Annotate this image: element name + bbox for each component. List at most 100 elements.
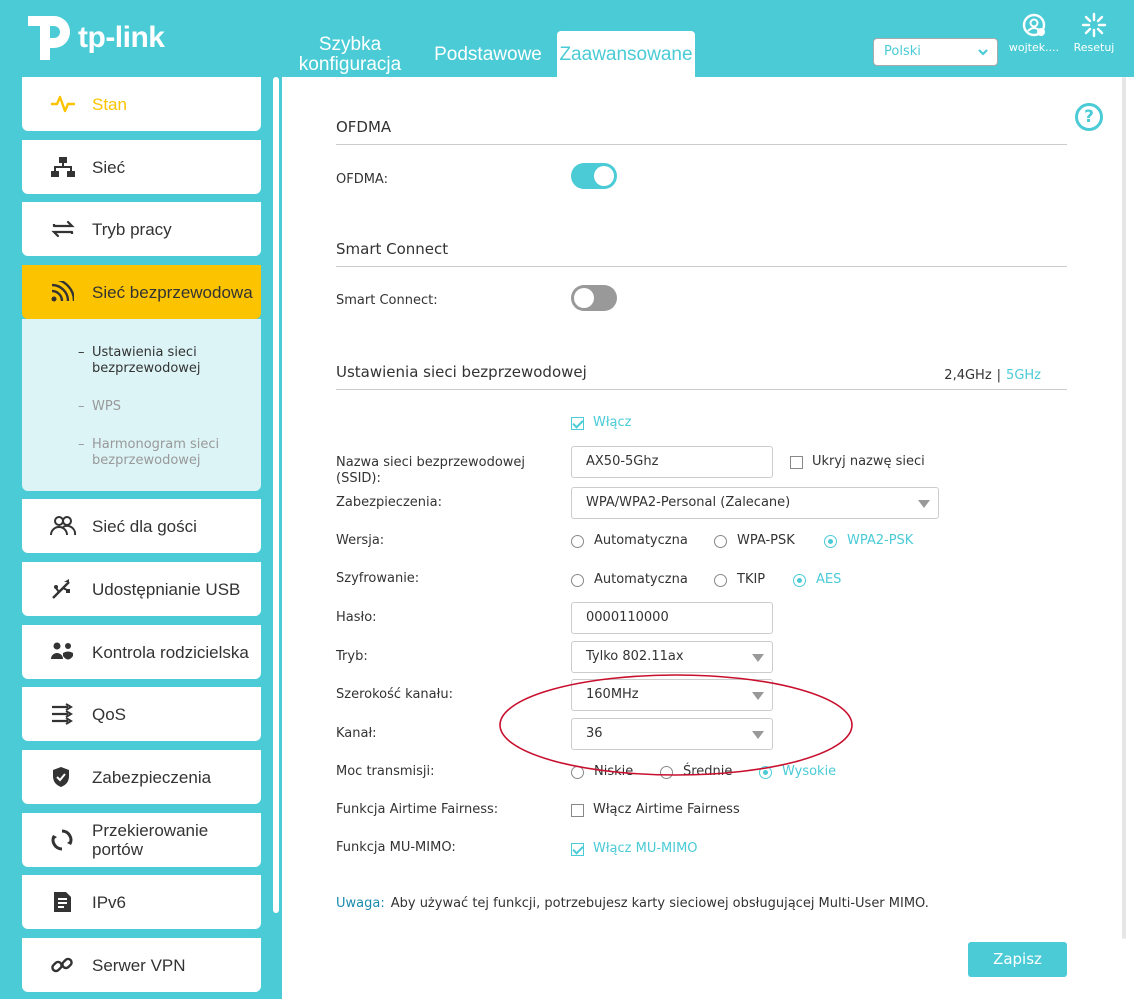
sidebar-item-mode[interactable]: Tryb pracy (22, 202, 261, 256)
mumimo-note: Uwaga: Aby używać tej funkcji, potrzebuje… (336, 896, 929, 911)
tx-power-radio-medium[interactable]: Średnie (660, 764, 732, 780)
sidebar-scrollbar[interactable] (273, 77, 279, 913)
sidebar-item-parental-control[interactable]: Kontrola rodzicielska (22, 625, 261, 679)
sidebar-item-qos[interactable]: QoS (22, 687, 261, 741)
submenu-dash: – (78, 399, 85, 414)
help-icon[interactable]: ? (1075, 103, 1103, 131)
mumimo-checkbox[interactable]: Włącz MU-MIMO (571, 841, 698, 857)
sidebar-item-label: Tryb pracy (92, 219, 172, 239)
user-menu[interactable]: wojtek.... (1008, 12, 1060, 54)
tp-link-logo: tp-link (20, 10, 165, 66)
sidebar-item-label-line1: Przekierowanie (92, 821, 209, 840)
ipv6-icon (50, 890, 92, 914)
sidebar-item-usb[interactable]: Udostępnianie USB (22, 562, 261, 616)
airtime-fairness-checkbox[interactable]: Włącz Airtime Fairness (571, 802, 740, 818)
sidebar-item-network[interactable]: Sieć (22, 140, 261, 194)
wireless-submenu: – Ustawienia sieci bezprzewodowej – WPS … (22, 319, 261, 491)
channel-width-dropdown[interactable]: 160MHz (571, 679, 773, 711)
version-radio-auto[interactable]: Automatyczna (571, 533, 688, 549)
tx-power-radio-low[interactable]: Niskie (571, 764, 633, 780)
smart-connect-toggle[interactable] (571, 285, 617, 311)
radio-dot (571, 765, 584, 779)
mode-label: Tryb: (336, 649, 368, 664)
radio-dot (759, 765, 772, 779)
dropdown-arrow-icon (752, 692, 764, 700)
security-value: WPA/WPA2-Personal (Zalecane) (586, 495, 791, 510)
mode-dropdown[interactable]: Tylko 802.11ax (571, 641, 773, 673)
radio-dot (714, 534, 727, 548)
tab-quick-setup[interactable]: Szybka konfiguracja (290, 35, 410, 75)
main-scrollbar[interactable] (1122, 77, 1126, 939)
tab-basic[interactable]: Podstawowe (430, 45, 546, 65)
submenu-wps[interactable]: – WPS (78, 399, 121, 415)
brand-name: tp-link (78, 21, 165, 54)
sidebar-item-label: Serwer VPN (92, 955, 186, 975)
reset-button[interactable]: Resetuj (1070, 12, 1118, 54)
radio-label: Automatyczna (594, 533, 688, 548)
sidebar-item-label: Sieć (92, 157, 126, 177)
sidebar-item-port-forwarding[interactable]: Przekierowanie portów (22, 813, 261, 867)
band-switch: 2,4GHz | 5GHz (944, 368, 1041, 383)
pulse-icon (50, 94, 92, 114)
sidebar-item-security[interactable]: Zabezpieczenia (22, 750, 261, 804)
version-radio-wpa-psk[interactable]: WPA-PSK (714, 533, 795, 549)
radio-label: Automatyczna (594, 572, 688, 587)
enable-wireless-checkbox[interactable]: Włącz (571, 415, 632, 431)
note-key: Uwaga: (336, 896, 385, 911)
submenu-dash: – (78, 437, 85, 452)
submenu-label-line2: bezprzewodowej (92, 361, 201, 376)
sidebar-item-label: Sieć dla gości (92, 516, 197, 536)
radio-label: Średnie (683, 764, 733, 779)
radio-label: AES (816, 572, 842, 587)
qos-icon (50, 703, 92, 725)
password-input[interactable]: 0000110000 (571, 602, 773, 634)
radio-dot (714, 573, 727, 587)
sidebar-item-guest-network[interactable]: Sieć dla gości (22, 499, 261, 553)
radio-label: Wysokie (782, 764, 837, 779)
security-label: Zabezpieczenia: (336, 495, 442, 510)
encryption-radio-tkip[interactable]: TKIP (714, 572, 765, 588)
ssid-label-line2: (SSID): (336, 471, 381, 486)
submenu-wireless-settings[interactable]: – Ustawienia sieci bezprzewodowej (78, 345, 201, 377)
sidebar-item-vpn-server[interactable]: Serwer VPN (22, 938, 261, 992)
save-button[interactable]: Zapisz (968, 942, 1067, 977)
security-dropdown[interactable]: WPA/WPA2-Personal (Zalecane) (571, 487, 939, 519)
version-radio-wpa2-psk[interactable]: WPA2-PSK (824, 533, 913, 549)
sidebar-item-wireless[interactable]: Sieć bezprzewodowa (22, 265, 261, 319)
password-label: Hasło: (336, 610, 377, 625)
radio-dot (571, 573, 584, 587)
sidebar-item-stan[interactable]: Stan (22, 77, 261, 131)
sidebar-item-ipv6[interactable]: IPv6 (22, 875, 261, 929)
ssid-input[interactable]: AX50-5Ghz (571, 446, 773, 478)
vpn-icon (50, 953, 92, 977)
band-5ghz-link[interactable]: 5GHz (1006, 368, 1041, 383)
usb-icon (50, 578, 92, 600)
band-24ghz-link[interactable]: 2,4GHz (944, 368, 991, 383)
sidebar-item-label: Zabezpieczenia (92, 767, 212, 787)
user-icon (1008, 12, 1060, 41)
radio-label: WPA-PSK (737, 533, 795, 548)
wireless-section-title: Ustawienia sieci bezprzewodowej 2,4GHz | 5… (336, 363, 1067, 390)
ofdma-toggle[interactable] (571, 163, 617, 189)
mode-icon (50, 218, 92, 240)
main-panel: ? OFDMA OFDMA: Smart Connect Smart Conne… (282, 77, 1134, 999)
hide-ssid-checkbox[interactable]: Ukryj nazwę sieci (790, 454, 925, 470)
channel-label: Kanał: (336, 726, 377, 741)
reset-label: Resetuj (1073, 41, 1115, 54)
tab-advanced[interactable]: Zaawansowane (557, 31, 695, 77)
ssid-label: Nazwa sieci bezprzewodowej (SSID): (336, 455, 525, 487)
wireless-icon (50, 281, 92, 303)
tab-quick-setup-line2: konfiguracja (298, 54, 402, 75)
sidebar-item-label: Udostępnianie USB (92, 579, 241, 599)
language-select[interactable]: Polski (873, 38, 998, 66)
encryption-radio-auto[interactable]: Automatyczna (571, 572, 688, 588)
channel-width-label: Szerokość kanału: (336, 687, 453, 702)
tab-quick-setup-line1: Szybka (318, 34, 382, 55)
toggle-knob (574, 288, 594, 308)
tx-power-radio-high[interactable]: Wysokie (759, 764, 836, 780)
sidebar-item-label: IPv6 (92, 892, 127, 912)
encryption-radio-aes[interactable]: AES (793, 572, 841, 588)
channel-dropdown[interactable]: 36 (571, 718, 773, 750)
submenu-wireless-schedule[interactable]: – Harmonogram sieci bezprzewodowej (78, 437, 219, 469)
radio-dot (793, 573, 806, 587)
